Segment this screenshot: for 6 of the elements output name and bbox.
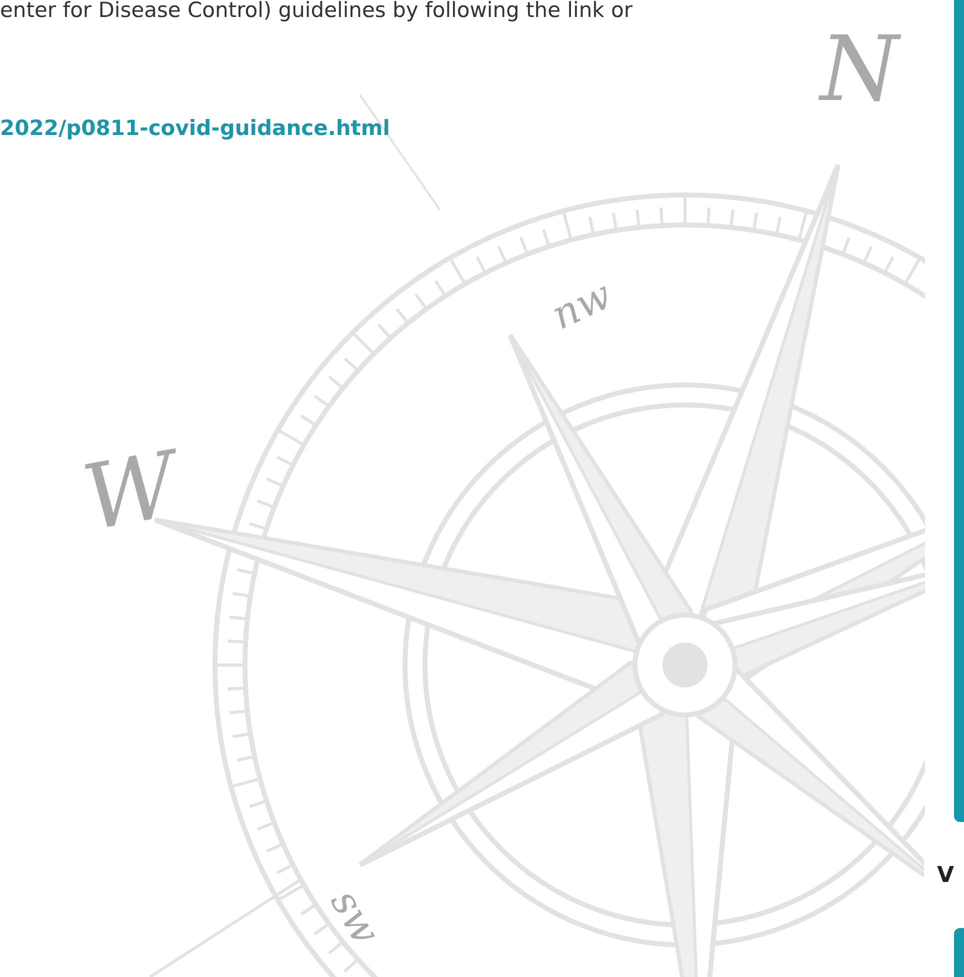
side-bar <box>954 928 964 977</box>
compass-letter: nw <box>544 272 619 340</box>
compass-letter: sw <box>321 882 389 952</box>
body-text: enter for Disease Control) guidelines by following the link or <box>0 0 634 24</box>
compass-letter: N <box>820 17 899 122</box>
compass-letter: W <box>76 432 185 552</box>
